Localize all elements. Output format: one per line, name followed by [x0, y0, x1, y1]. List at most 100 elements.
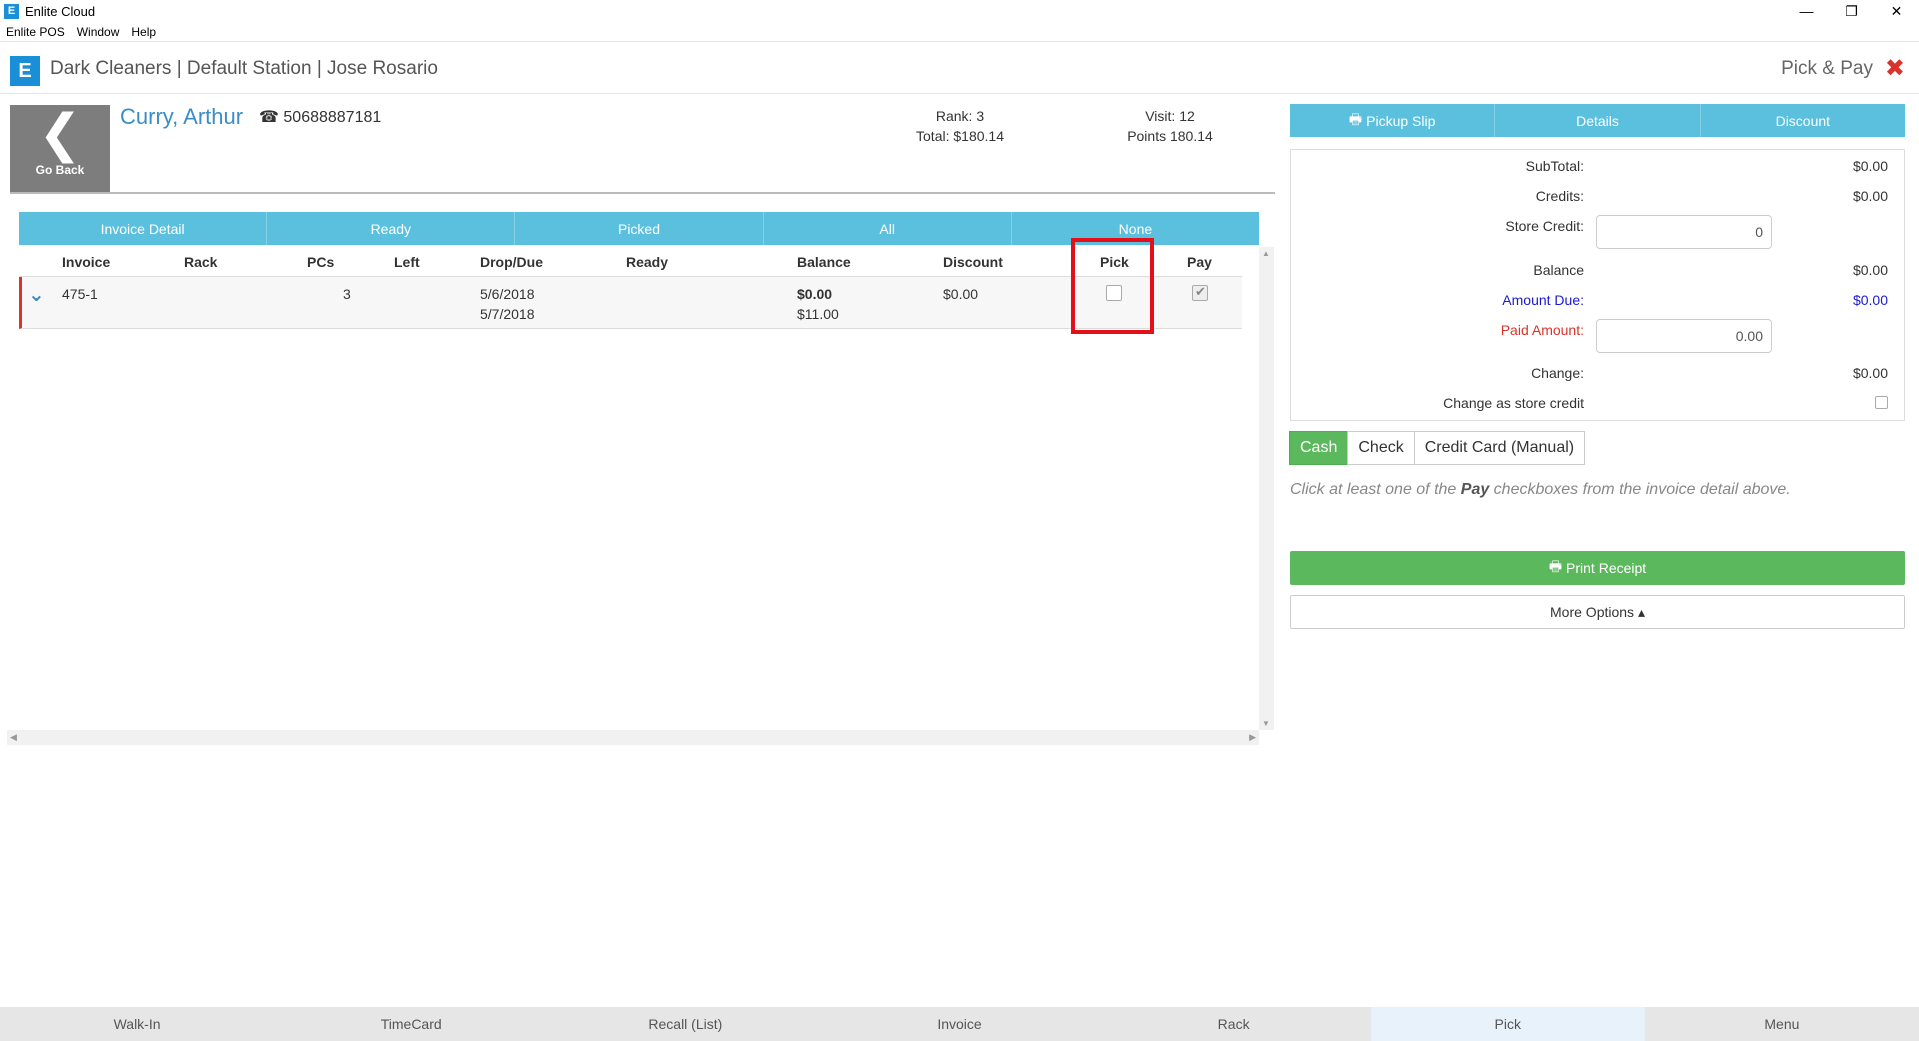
table-header: Invoice Rack PCs Left Drop/Due Ready Bal…: [19, 247, 1242, 277]
scroll-up-icon[interactable]: ▲: [1262, 249, 1270, 258]
scroll-right-icon[interactable]: ▶: [1249, 732, 1256, 743]
close-icon[interactable]: ✖: [1885, 54, 1905, 83]
credit-card-button[interactable]: Credit Card (Manual): [1413, 431, 1586, 465]
col-balance: Balance: [797, 254, 851, 270]
col-invoice: Invoice: [62, 254, 111, 270]
pickup-slip-label: Pickup Slip: [1366, 112, 1436, 129]
filter-picked[interactable]: Picked: [515, 212, 764, 245]
print-icon: 🖶: [1548, 558, 1563, 574]
hint-text-before: Click at least one of the: [1290, 481, 1461, 498]
scroll-left-icon[interactable]: ◀: [10, 732, 17, 743]
table-row[interactable]: ⌄ 475-1 3 5/6/2018 5/7/2018 $0.00 $11.00…: [19, 277, 1242, 329]
cell-due-date: 5/7/2018: [480, 306, 535, 322]
col-pcs: PCs: [307, 254, 335, 270]
nav-walk-in[interactable]: Walk-In: [0, 1007, 274, 1041]
balance-value: $0.00: [1852, 262, 1888, 278]
total-label: Total: $180.14: [916, 128, 1004, 144]
nav-menu[interactable]: Menu: [1645, 1007, 1919, 1041]
more-options-button[interactable]: More Options ▴: [1290, 595, 1905, 629]
store-credit-label: Store Credit:: [1505, 218, 1584, 234]
cash-button[interactable]: Cash: [1289, 431, 1349, 465]
col-pay: Pay: [1187, 254, 1212, 270]
nav-invoice[interactable]: Invoice: [822, 1007, 1096, 1041]
paid-amount-label: Paid Amount:: [1500, 322, 1584, 338]
details-button[interactable]: Details: [1495, 104, 1701, 137]
nav-timecard[interactable]: TimeCard: [274, 1007, 548, 1041]
filter-ready[interactable]: Ready: [267, 212, 516, 245]
hint-text-after: checkboxes from the invoice detail above…: [1489, 481, 1791, 498]
col-rack: Rack: [184, 254, 218, 270]
nav-recall-list[interactable]: Recall (List): [548, 1007, 822, 1041]
store-credit-input[interactable]: 0: [1596, 215, 1772, 249]
window-title: Enlite Cloud: [25, 3, 96, 19]
pick-column-highlight: [1071, 238, 1154, 334]
app-header: E Dark Cleaners | Default Station | Jose…: [0, 48, 1919, 94]
rank-stat: Rank: 3 Total: $180.14: [900, 106, 1020, 146]
go-back-button[interactable]: ❮ Go Back: [10, 105, 110, 193]
col-drop-due: Drop/Due: [480, 254, 543, 270]
change-store-credit-checkbox[interactable]: [1875, 396, 1888, 409]
points-label: Points 180.14: [1127, 128, 1213, 144]
cell-invoice: 475-1: [62, 286, 98, 302]
enlite-logo-icon: E: [10, 56, 40, 86]
mode-title: Pick & Pay: [1781, 58, 1873, 79]
subtotal-label: SubTotal:: [1525, 158, 1584, 174]
minimize-icon[interactable]: —: [1784, 0, 1829, 22]
col-discount: Discount: [943, 254, 1003, 270]
nav-pick[interactable]: Pick: [1370, 1007, 1645, 1041]
hint-text-bold: Pay: [1460, 481, 1490, 498]
subtotal-value: $0.00: [1852, 158, 1888, 174]
customer-name[interactable]: Curry, Arthur: [120, 104, 243, 130]
bottom-nav: Walk-In TimeCard Recall (List) Invoice R…: [0, 1007, 1919, 1041]
chevron-down-icon[interactable]: ⌄: [28, 282, 45, 307]
app-icon: E: [4, 3, 19, 19]
go-back-label: Go Back: [35, 163, 85, 177]
pickup-slip-button[interactable]: 🖶 Pickup Slip: [1290, 104, 1496, 137]
balance-label: Balance: [1533, 262, 1584, 278]
phone-number: 50688887181: [283, 109, 382, 126]
credits-label: Credits:: [1535, 188, 1584, 204]
filter-invoice-detail[interactable]: Invoice Detail: [19, 212, 268, 245]
horizontal-scrollbar[interactable]: ◀ ▶: [7, 730, 1259, 745]
print-receipt-button[interactable]: 🖶 Print Receipt: [1290, 551, 1905, 585]
rank-label: Rank: 3: [935, 108, 985, 124]
cell-discount: $0.00: [943, 286, 979, 302]
nav-rack[interactable]: Rack: [1097, 1007, 1371, 1041]
col-ready: Ready: [626, 254, 669, 270]
phone-icon: ☎: [259, 109, 279, 126]
cell-balance-total: $11.00: [797, 306, 839, 322]
customer-phone: ☎ 50688887181: [259, 107, 381, 127]
pay-checkbox[interactable]: [1192, 284, 1208, 301]
scroll-down-icon[interactable]: ▼: [1262, 719, 1270, 728]
print-icon: 🖶: [1348, 110, 1363, 127]
window-titlebar: E Enlite Cloud — ❐ ✕: [0, 0, 1919, 22]
menu-window[interactable]: Window: [71, 25, 126, 39]
menu-bar: Enlite POS Window Help: [0, 22, 1919, 42]
chevron-left-icon: ❮: [38, 105, 82, 163]
payment-type-group: Cash Check Credit Card (Manual): [1289, 431, 1586, 465]
close-window-icon[interactable]: ✕: [1874, 0, 1919, 22]
change-store-credit-label: Change as store credit: [1443, 395, 1584, 411]
discount-button[interactable]: Discount: [1701, 104, 1905, 137]
visit-label: Visit: 12: [1145, 108, 1195, 124]
cell-drop-date: 5/6/2018: [480, 286, 535, 302]
vertical-scrollbar[interactable]: ▲ ▼: [1259, 247, 1274, 730]
payment-summary: SubTotal: $0.00 Credits: $0.00 Store Cre…: [1290, 149, 1905, 421]
cell-balance: $0.00: [797, 286, 833, 302]
divider: [10, 192, 1275, 194]
amount-due-label: Amount Due:: [1502, 292, 1584, 308]
restore-icon[interactable]: ❐: [1829, 0, 1874, 22]
filter-all[interactable]: All: [764, 212, 1012, 245]
col-left: Left: [394, 254, 420, 270]
cell-pcs: 3: [343, 286, 351, 302]
page-title: Dark Cleaners | Default Station | Jose R…: [50, 58, 438, 79]
menu-help[interactable]: Help: [125, 25, 162, 39]
credits-value: $0.00: [1852, 188, 1888, 204]
menu-enlite-pos[interactable]: Enlite POS: [0, 25, 71, 39]
change-value: $0.00: [1852, 365, 1888, 381]
payment-hint: Click at least one of the Pay checkboxes…: [1290, 481, 1791, 499]
paid-amount-input[interactable]: 0.00: [1596, 319, 1772, 353]
check-button[interactable]: Check: [1347, 431, 1415, 465]
print-receipt-label: Print Receipt: [1566, 560, 1647, 576]
payment-action-tabs: 🖶 Pickup Slip Details Discount: [1290, 104, 1905, 137]
